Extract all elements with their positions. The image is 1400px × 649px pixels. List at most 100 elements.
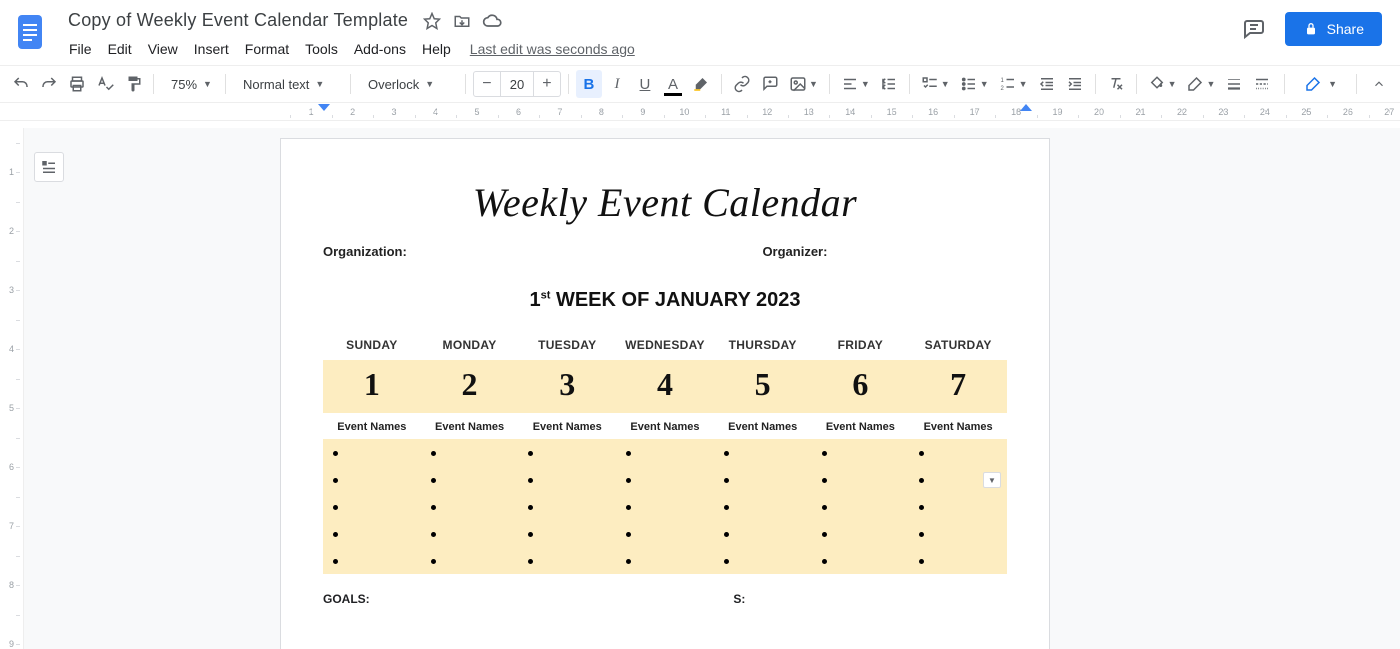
event-cell[interactable]	[518, 439, 616, 466]
event-cell[interactable]	[323, 547, 421, 574]
event-cell[interactable]	[323, 493, 421, 520]
increase-indent-icon[interactable]	[1062, 70, 1088, 98]
day-number-cell[interactable]: 2	[421, 360, 519, 413]
event-names-header[interactable]: Event Names	[714, 413, 812, 439]
first-line-indent-marker[interactable]	[318, 104, 330, 116]
document-outline-toggle[interactable]	[34, 152, 64, 182]
event-cell[interactable]	[812, 520, 910, 547]
underline-button[interactable]: U	[632, 70, 658, 98]
numbered-list-icon[interactable]: 12▼	[995, 70, 1032, 98]
day-name-header[interactable]: THURSDAY	[714, 332, 812, 360]
day-name-header[interactable]: MONDAY	[421, 332, 519, 360]
event-cell[interactable]	[909, 547, 1007, 574]
insert-image-icon[interactable]: ▼	[785, 70, 822, 98]
section-s-label[interactable]: S:	[733, 592, 1007, 606]
insert-link-icon[interactable]	[729, 70, 755, 98]
menu-help[interactable]: Help	[415, 37, 458, 61]
event-names-header[interactable]: Event Names	[909, 413, 1007, 439]
event-cell[interactable]	[812, 547, 910, 574]
document-page[interactable]: Weekly Event Calendar Organization: Orga…	[280, 138, 1050, 649]
event-cell[interactable]	[323, 520, 421, 547]
event-names-header[interactable]: Event Names	[421, 413, 519, 439]
undo-icon[interactable]	[8, 70, 34, 98]
event-cell[interactable]	[421, 520, 519, 547]
event-cell[interactable]	[909, 520, 1007, 547]
font-size-value[interactable]: 20	[500, 72, 534, 96]
event-names-header[interactable]: Event Names	[323, 413, 421, 439]
share-button[interactable]: Share	[1285, 12, 1382, 46]
event-cell[interactable]	[518, 547, 616, 574]
day-name-header[interactable]: SUNDAY	[323, 332, 421, 360]
menu-addons[interactable]: Add-ons	[347, 37, 413, 61]
event-cell[interactable]	[812, 493, 910, 520]
collapse-toolbar-icon[interactable]	[1366, 70, 1392, 98]
move-icon[interactable]	[452, 11, 472, 31]
event-cell[interactable]	[714, 439, 812, 466]
event-cell[interactable]	[616, 493, 714, 520]
day-number-cell[interactable]: 3	[518, 360, 616, 413]
event-cell[interactable]	[714, 493, 812, 520]
align-button[interactable]: ▼	[837, 70, 874, 98]
day-name-header[interactable]: FRIDAY	[812, 332, 910, 360]
comments-icon[interactable]	[1237, 12, 1271, 46]
menu-edit[interactable]: Edit	[101, 37, 139, 61]
italic-button[interactable]: I	[604, 70, 630, 98]
docs-logo[interactable]	[10, 6, 50, 58]
event-names-header[interactable]: Event Names	[518, 413, 616, 439]
font-size-increase[interactable]: +	[534, 72, 560, 96]
border-color-icon[interactable]: ▼	[1182, 70, 1219, 98]
paint-format-icon[interactable]	[120, 70, 146, 98]
checklist-icon[interactable]: ▼	[917, 70, 954, 98]
menu-tools[interactable]: Tools	[298, 37, 345, 61]
vertical-ruler[interactable]: 1234567891011121314151617	[0, 128, 24, 649]
last-edit-link[interactable]: Last edit was seconds ago	[470, 41, 635, 57]
day-number-cell[interactable]: 6	[812, 360, 910, 413]
spellcheck-icon[interactable]	[92, 70, 118, 98]
day-number-cell[interactable]: 5	[714, 360, 812, 413]
event-cell[interactable]	[421, 466, 519, 493]
line-spacing-icon[interactable]	[876, 70, 902, 98]
event-cell[interactable]	[518, 466, 616, 493]
event-cell[interactable]	[714, 466, 812, 493]
menu-format[interactable]: Format	[238, 37, 296, 61]
border-width-icon[interactable]	[1221, 70, 1247, 98]
cloud-status-icon[interactable]	[482, 11, 502, 31]
decrease-indent-icon[interactable]	[1034, 70, 1060, 98]
week-title[interactable]: 1st WEEK OF JANUARY 2023	[323, 289, 1007, 312]
fill-color-icon[interactable]: ▼	[1144, 70, 1181, 98]
zoom-select[interactable]: 75%▼	[161, 70, 218, 98]
event-cell[interactable]	[518, 493, 616, 520]
menu-file[interactable]: File	[62, 37, 99, 61]
menu-insert[interactable]: Insert	[187, 37, 236, 61]
goals-label[interactable]: GOALS:	[323, 592, 733, 606]
event-cell[interactable]	[421, 439, 519, 466]
clear-formatting-icon[interactable]	[1103, 70, 1129, 98]
font-select[interactable]: Overlock▼	[358, 70, 458, 98]
insert-comment-icon[interactable]	[757, 70, 783, 98]
horizontal-ruler[interactable]: 1234567891011121314151617181920212223242…	[0, 103, 1400, 121]
event-cell[interactable]	[714, 547, 812, 574]
event-cell[interactable]	[616, 520, 714, 547]
day-number-cell[interactable]: 1	[323, 360, 421, 413]
day-number-cell[interactable]: 7	[909, 360, 1007, 413]
organization-label[interactable]: Organization:	[323, 244, 583, 259]
highlight-button[interactable]	[688, 70, 714, 98]
print-icon[interactable]	[64, 70, 90, 98]
event-cell[interactable]	[616, 547, 714, 574]
event-cell[interactable]	[909, 439, 1007, 466]
right-indent-marker[interactable]	[1020, 104, 1032, 116]
doc-title[interactable]: Copy of Weekly Event Calendar Template	[64, 8, 412, 33]
day-name-header[interactable]: TUESDAY	[518, 332, 616, 360]
event-cell[interactable]	[812, 466, 910, 493]
event-cell[interactable]	[909, 493, 1007, 520]
event-cell[interactable]	[421, 493, 519, 520]
calendar-table[interactable]: SUNDAYMONDAYTUESDAYWEDNESDAYTHURSDAYFRID…	[323, 332, 1007, 574]
event-cell[interactable]	[812, 439, 910, 466]
paragraph-style-select[interactable]: Normal text▼	[233, 70, 343, 98]
redo-icon[interactable]	[36, 70, 62, 98]
organizer-label[interactable]: Organizer:	[762, 244, 827, 259]
doc-heading[interactable]: Weekly Event Calendar	[323, 179, 1007, 226]
bulleted-list-icon[interactable]: ▼	[956, 70, 993, 98]
event-names-header[interactable]: Event Names	[812, 413, 910, 439]
day-number-cell[interactable]: 4	[616, 360, 714, 413]
